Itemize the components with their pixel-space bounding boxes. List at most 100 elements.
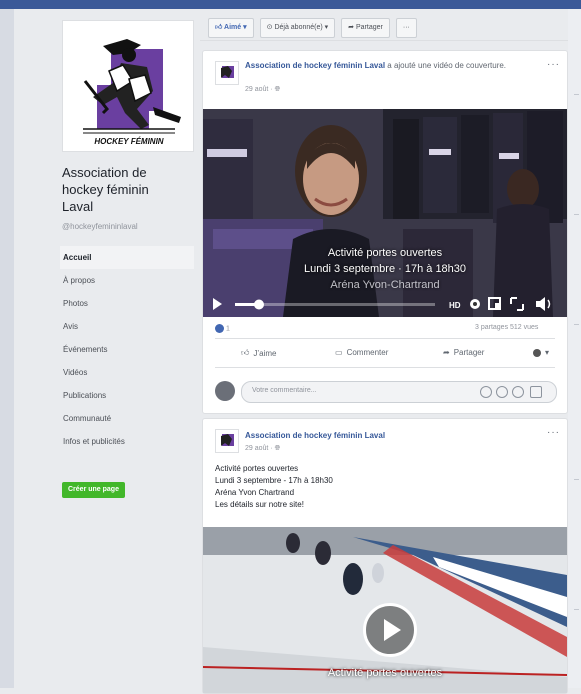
page-navigation: Accueil À propos Photos Avis Événements … xyxy=(60,246,194,453)
hockey-logo-icon xyxy=(221,66,234,78)
page-profile-logo[interactable]: HOCKEY FÉMININ xyxy=(62,20,194,152)
video-controls-bar: HD xyxy=(213,297,551,311)
post-text-line: Aréna Yvon Chartrand xyxy=(215,488,295,497)
nav-item-photos[interactable]: Photos xyxy=(60,292,194,315)
comment-button[interactable]: ▭ Commenter xyxy=(335,348,388,357)
volume-icon xyxy=(536,297,551,311)
commenter-avatar[interactable] xyxy=(215,381,235,401)
post-date[interactable]: 29 août · 🌐︎ xyxy=(245,86,280,94)
audience-selector[interactable]: ▾ xyxy=(533,348,549,357)
rss-icon: ⊙ xyxy=(266,24,273,31)
logo-text: HOCKEY FÉMININ xyxy=(94,137,163,146)
subscribed-button[interactable]: ⊙ Déjà abonné(e) ▾ xyxy=(259,18,336,38)
nav-item-communaute[interactable]: Communauté xyxy=(60,407,194,430)
page-title-line: Laval xyxy=(62,199,94,214)
post-stats[interactable]: 3 partages 512 vues xyxy=(475,324,538,331)
camera-icon[interactable] xyxy=(496,386,508,398)
action-bar-divider xyxy=(200,40,568,41)
nav-item-publications[interactable]: Publications xyxy=(60,384,194,407)
share-arrow-icon: ➦ xyxy=(443,348,450,357)
like-reaction-icon xyxy=(215,324,224,333)
settings-gear-icon xyxy=(470,299,480,309)
caret-down-icon: ▾ xyxy=(545,348,550,357)
comment-input[interactable]: Votre commentaire... xyxy=(241,381,557,403)
page-title-line: Association de xyxy=(62,165,147,180)
post-date[interactable]: 29 août · 🌐︎ xyxy=(245,445,280,453)
post-options-icon[interactable]: ··· xyxy=(547,427,560,438)
browser-left-edge xyxy=(0,9,14,688)
top-navigation-bar xyxy=(0,0,581,9)
edge-mark xyxy=(574,609,579,610)
like-page-button[interactable]: 👍︎ Aimé ▾ xyxy=(208,18,254,38)
nav-item-a-propos[interactable]: À propos xyxy=(60,269,194,292)
post-text-line: Les détails sur notre site! xyxy=(215,500,304,509)
globe-icon: 🌐︎ xyxy=(274,445,281,452)
comment-label: Commenter xyxy=(346,348,389,357)
more-options-button[interactable]: ··· xyxy=(395,18,417,38)
play-button-icon[interactable] xyxy=(363,603,417,657)
hd-quality-icon: HD xyxy=(449,301,461,310)
video-overlay-line2: Lundi 3 septembre · 17h à 18h30 xyxy=(303,263,467,275)
gif-icon[interactable] xyxy=(512,386,524,398)
page-avatar-icon xyxy=(533,348,541,357)
video-player[interactable]: Activité portes ouvertes Lundi 3 septemb… xyxy=(203,109,567,317)
edge-mark xyxy=(574,94,579,95)
edge-mark xyxy=(574,214,579,215)
post-card: Association de hockey féminin Laval a aj… xyxy=(202,50,568,414)
video-overlay-line3: Aréna Yvon-Chartrand xyxy=(330,279,440,291)
nav-item-infos-publicites[interactable]: Infos et publicités xyxy=(60,430,194,453)
edge-mark xyxy=(574,324,579,325)
post-date-label: 29 août xyxy=(245,86,269,93)
like-page-label: Aimé xyxy=(224,24,242,31)
page-handle[interactable]: @hockeyfemininlaval xyxy=(62,222,138,231)
post-options-icon[interactable]: ··· xyxy=(547,59,560,70)
play-icon xyxy=(213,298,222,310)
page-title-line: hockey féminin xyxy=(62,182,149,197)
share-button[interactable]: ➦ Partager xyxy=(443,348,484,357)
play-triangle xyxy=(384,619,401,641)
post-date-label: 29 août xyxy=(245,445,269,452)
comment-placeholder: Votre commentaire... xyxy=(252,387,317,394)
like-button[interactable]: 👍︎ J’aime xyxy=(241,348,277,358)
thumbs-up-outline-icon: 👍︎ xyxy=(241,348,250,357)
caret-down-icon: ▾ xyxy=(243,24,247,31)
author-link[interactable]: Association de hockey féminin Laval xyxy=(245,430,385,441)
like-label: J’aime xyxy=(253,348,277,358)
reaction-summary[interactable]: 1 xyxy=(215,324,230,333)
reaction-count: 1 xyxy=(225,325,230,333)
globe-icon: 🌐︎ xyxy=(274,86,281,93)
pip-icon xyxy=(488,297,501,310)
speech-bubble-icon: ▭ xyxy=(335,348,343,357)
share-label: Partager xyxy=(453,348,485,357)
video-overlay-line1: Activité portes ouvertes xyxy=(327,247,443,259)
caret-down-icon: ▾ xyxy=(324,24,329,31)
sticker-icon[interactable] xyxy=(530,386,542,398)
share-page-label: Partager xyxy=(356,24,383,31)
author-avatar[interactable] xyxy=(215,61,239,85)
fullscreen-icon xyxy=(510,297,524,311)
subscribed-label: Déjà abonné(e) xyxy=(274,24,323,31)
emoji-icon[interactable] xyxy=(480,386,492,398)
nav-item-accueil[interactable]: Accueil xyxy=(60,246,194,269)
author-avatar[interactable] xyxy=(215,429,239,453)
post-header: Association de hockey féminin Laval a aj… xyxy=(245,60,535,71)
post-card: Association de hockey féminin Laval 29 a… xyxy=(202,418,568,694)
nav-item-videos[interactable]: Vidéos xyxy=(60,361,194,384)
page-title[interactable]: Association de hockey féminin Laval xyxy=(62,164,202,215)
post-text: Activité portes ouvertes Lundi 3 septemb… xyxy=(215,463,333,511)
nav-item-evenements[interactable]: Événements xyxy=(60,338,194,361)
share-page-button[interactable]: ➦ Partager xyxy=(341,18,390,38)
hockey-logo-icon xyxy=(221,434,234,446)
hockey-player-logo-icon: HOCKEY FÉMININ xyxy=(83,39,181,146)
edge-mark xyxy=(574,479,579,480)
author-link[interactable]: Association de hockey féminin Laval xyxy=(245,61,385,70)
post-action-text: a ajouté une vidéo de couverture. xyxy=(387,61,507,70)
nav-item-avis[interactable]: Avis xyxy=(60,315,194,338)
divider xyxy=(215,338,555,339)
thumbs-up-icon: 👍︎ xyxy=(215,24,223,31)
post-text-line: Activité portes ouvertes xyxy=(215,464,299,473)
share-arrow-icon: ➦ xyxy=(348,24,355,31)
right-column-edge xyxy=(568,9,581,688)
video-player[interactable]: Activité portes ouvertes xyxy=(203,527,567,693)
create-page-button[interactable]: Créer une page xyxy=(62,482,125,498)
